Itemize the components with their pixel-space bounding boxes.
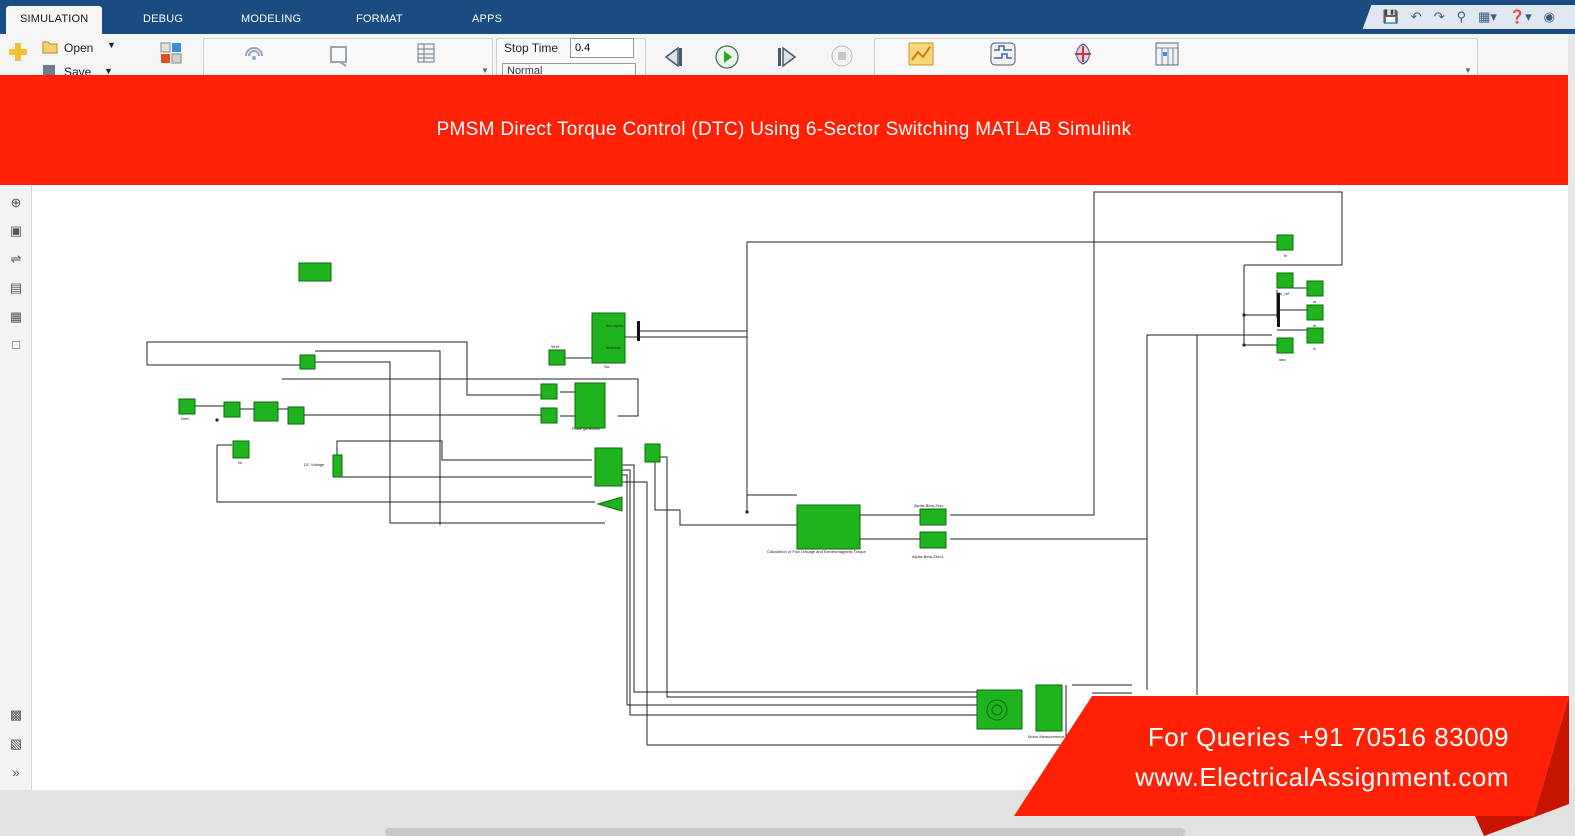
contact-phone: For Queries +91 70516 83009	[1147, 722, 1509, 752]
undo-icon[interactable]: ↶	[1411, 9, 1422, 25]
label-abc1: Alpha-Beta-Zero	[914, 503, 944, 508]
label-calculation: Calculation of Flux Linkage and Electrom…	[767, 549, 867, 554]
search-icon[interactable]: ⚲	[1457, 9, 1467, 25]
contact-website[interactable]: www.ElectricalAssignment.com	[1135, 762, 1509, 793]
tab-modeling[interactable]: MODELING	[241, 6, 301, 34]
tab-format[interactable]: FORMAT	[356, 6, 403, 34]
tab-simulation[interactable]: SIMULATION	[6, 6, 103, 34]
tab-debug[interactable]: DEBUG	[143, 6, 183, 34]
expand-palette-icon[interactable]: »	[8, 765, 24, 781]
stop-time-input[interactable]: 0.4	[570, 38, 634, 58]
label-pulse-generator: Pulse generator	[572, 426, 601, 431]
label-nref: Nref	[181, 416, 189, 421]
banner-title: PMSM Direct Torque Control (DTC) Using 6…	[436, 119, 1132, 140]
viewer-icon[interactable]	[328, 44, 352, 68]
open-folder-icon	[42, 41, 58, 54]
gain-block	[596, 496, 623, 512]
prepare-gallery-dropdown-icon[interactable]: ▼	[481, 66, 489, 75]
screenshot-icon[interactable]: ▩	[8, 707, 24, 723]
route-lines-icon[interactable]: ⇌	[8, 251, 24, 267]
run-icon[interactable]	[714, 44, 740, 70]
demux-bar	[1277, 293, 1280, 327]
label-nr: Nr	[238, 460, 243, 465]
logic-analyzer-icon[interactable]	[990, 42, 1016, 66]
redo-icon[interactable]: ↷	[1434, 9, 1445, 25]
label-fluxbeta: fluxbeta	[606, 345, 621, 350]
tab-apps[interactable]: APPS	[472, 6, 502, 34]
label-ib: ib	[1313, 323, 1317, 328]
diagram-blocks	[178, 234, 1324, 732]
label-ic: ic	[1313, 346, 1316, 351]
contact-badge: For Queries +91 70516 83009 www.Electric…	[1014, 696, 1575, 836]
step-forward-icon[interactable]	[774, 44, 800, 70]
simulation-manager-icon[interactable]	[1155, 42, 1179, 66]
toolstrip: Open ▼ Save ▼ ▼ Stop Time 0.4 Normal ▼	[0, 34, 1575, 80]
property-inspector-icon[interactable]: ▧	[8, 736, 24, 752]
toolstrip-tab-bar: SIMULATION DEBUG MODELING FORMAT APPS 💾 …	[0, 0, 1575, 34]
zoom-in-icon[interactable]: ⊕	[8, 195, 24, 211]
label-dc-voltage: DC Voltage	[304, 462, 325, 467]
save-icon[interactable]: 💾	[1383, 9, 1399, 25]
annotation-icon[interactable]: ▤	[8, 280, 24, 296]
step-back-icon[interactable]	[660, 44, 686, 70]
label-flux-alpha: flux-alpha	[606, 323, 624, 328]
label-te-ref: Te_ref	[1278, 291, 1290, 296]
image-icon[interactable]: ▦	[8, 309, 24, 325]
data-inspector-icon[interactable]	[908, 42, 934, 66]
title-banner: PMSM Direct Torque Control (DTC) Using 6…	[0, 75, 1568, 185]
label-sw: Sw	[604, 364, 610, 369]
library-browser-icon[interactable]	[160, 42, 182, 64]
signal-logging-icon[interactable]	[242, 44, 266, 68]
label-ia: ia	[1313, 299, 1317, 304]
stop-icon[interactable]	[830, 44, 854, 68]
stop-time-label: Stop Time	[504, 41, 559, 55]
signal-table-icon[interactable]	[416, 42, 436, 64]
area-icon[interactable]: □	[8, 337, 24, 353]
help-icon[interactable]: ❓▾	[1509, 9, 1532, 25]
label-iabc: iabc	[1279, 357, 1286, 362]
layout-icon[interactable]: ▦▾	[1478, 9, 1497, 25]
open-dropdown-icon[interactable]: ▼	[107, 40, 116, 50]
quick-access-toolbar: 💾 ↶ ↷ ⚲ ▦▾ ❓▾ ◉	[1362, 5, 1575, 29]
fit-to-view-icon[interactable]: ▣	[8, 223, 24, 239]
label-abc2: Alpha-Beta-Zero1	[912, 554, 944, 559]
new-model-icon[interactable]	[8, 42, 28, 62]
label-te: Te	[1283, 253, 1288, 258]
bird-eye-scope-icon[interactable]	[1070, 42, 1096, 66]
editor-palette: ⊕ ▣ ⇌ ▤ ▦ □ ▩ ▧ »	[0, 185, 32, 790]
label-psiref: Ψref	[551, 344, 560, 349]
mux-bar	[637, 321, 640, 341]
collapse-icon[interactable]: ◉	[1544, 9, 1555, 25]
results-gallery-dropdown-icon[interactable]: ▼	[1464, 66, 1472, 75]
open-button[interactable]: Open	[64, 41, 93, 55]
